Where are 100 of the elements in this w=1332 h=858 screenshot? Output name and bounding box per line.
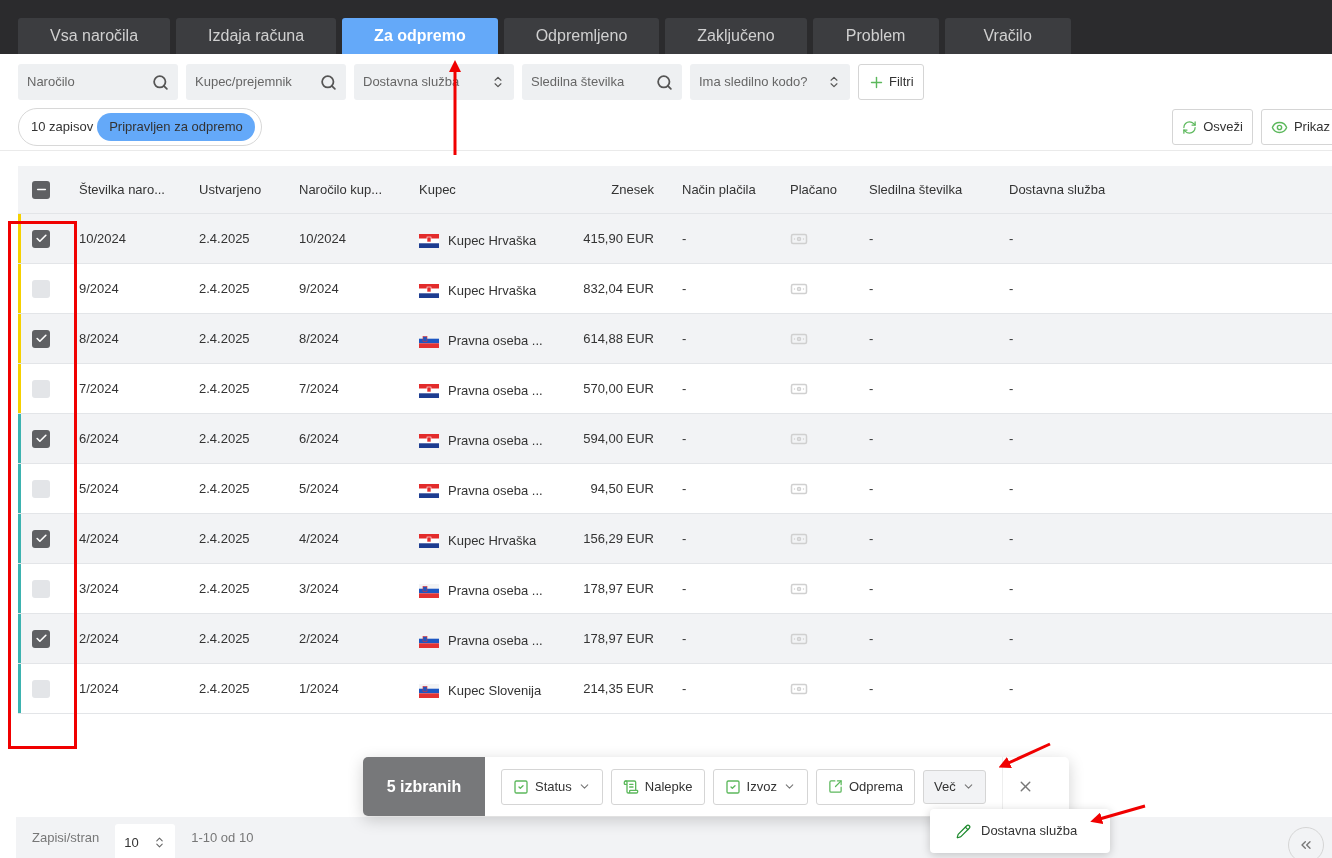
table-cell-text: - xyxy=(1009,629,1014,648)
table-cell-text: 178,97 EUR xyxy=(583,579,654,598)
receipt-icon xyxy=(622,778,639,795)
column-header: Dostavna služba xyxy=(1009,180,1107,199)
table-cell-text: 156,29 EUR xyxy=(583,529,654,548)
table-cell-text: 178,97 EUR xyxy=(583,629,654,648)
more-button[interactable]: Več xyxy=(923,769,986,804)
tab[interactable]: Izdaja računa xyxy=(176,18,337,54)
row-checkbox[interactable] xyxy=(32,679,50,698)
table-cell-text: Pravna oseba ... xyxy=(448,481,543,500)
table-cell-text: Kupec Slovenija xyxy=(448,681,542,700)
tab[interactable]: Vsa naročila xyxy=(18,18,171,54)
select-all-checkbox[interactable] xyxy=(32,180,50,199)
toolbar-button[interactable]: Osveži xyxy=(1172,109,1253,145)
tab[interactable]: Odpremljeno xyxy=(503,18,660,54)
table-cell-text: 10/2024 xyxy=(299,229,346,248)
filter-field[interactable]: Naročilo xyxy=(18,64,178,100)
table-cell-text: 94,50 EUR xyxy=(590,479,654,498)
row-checkbox[interactable] xyxy=(32,379,50,398)
table-cell-text: 570,00 EUR xyxy=(583,379,654,398)
checkbox-icon xyxy=(724,778,741,795)
filter-field[interactable]: Kupec/prejemnik xyxy=(186,64,346,100)
action-button[interactable]: Izvoz xyxy=(712,768,808,805)
table-cell-text: 415,90 EUR xyxy=(583,229,654,248)
table-cell-text: 2.4.2025 xyxy=(199,229,250,248)
table-cell-text: - xyxy=(681,579,688,598)
table-cell-text: 2.4.2025 xyxy=(199,629,250,648)
filters-button[interactable]: Filtri xyxy=(858,64,924,100)
table-cell-text: - xyxy=(869,279,874,298)
refresh-icon xyxy=(1182,119,1198,135)
status-badge: Pripravljen za odpremo xyxy=(97,113,255,141)
table-cell-text: - xyxy=(1009,329,1014,348)
external-link-icon xyxy=(827,779,843,794)
action-button[interactable]: Nalepke xyxy=(610,768,705,805)
table-cell-text: - xyxy=(869,229,874,248)
column-header: Plačano xyxy=(790,180,838,199)
row-checkbox[interactable] xyxy=(32,529,50,548)
search-icon xyxy=(656,73,673,91)
table-cell-text: 7/2024 xyxy=(299,379,339,398)
menu-item[interactable]: Dostavna služba xyxy=(956,821,1084,841)
tab[interactable]: Problem xyxy=(812,18,939,54)
table-cell-text: 6/2024 xyxy=(299,429,339,448)
tab[interactable]: Vračilo xyxy=(944,18,1071,54)
table-cell-text: 7/2024 xyxy=(79,379,119,398)
row-checkbox[interactable] xyxy=(32,579,50,598)
checkbox-icon xyxy=(513,778,529,795)
table-cell-text: 3/2024 xyxy=(299,579,339,598)
row-checkbox[interactable] xyxy=(32,329,50,348)
column-header: Znesek xyxy=(611,180,654,199)
table-cell-text: - xyxy=(869,529,874,548)
action-button[interactable]: Status xyxy=(501,768,603,805)
page-size-field[interactable]: 10 xyxy=(115,823,176,858)
table-cell-text: - xyxy=(1009,279,1014,298)
table-cell-text: 2.4.2025 xyxy=(199,479,250,498)
table-cell-text: - xyxy=(681,329,688,348)
table-cell-text: Kupec Hrvaška xyxy=(448,281,537,300)
table-cell-text: 10/2024 xyxy=(79,229,126,248)
filter-field[interactable]: Ima sledilno kodo? xyxy=(690,64,850,100)
search-icon xyxy=(152,73,169,91)
table-cell-text: 9/2024 xyxy=(79,279,119,298)
table-cell-text: 2.4.2025 xyxy=(199,529,250,548)
table-cell-text: - xyxy=(869,379,874,398)
table-cell-text: - xyxy=(681,379,688,398)
selected-count: 5 izbranih xyxy=(363,757,485,816)
table-cell-text: - xyxy=(681,429,688,448)
table-cell-text: - xyxy=(1009,379,1014,398)
row-checkbox[interactable] xyxy=(32,629,50,648)
table-cell-text: 2/2024 xyxy=(79,629,119,648)
table-cell-text: - xyxy=(1009,579,1014,598)
table-cell-text: Pravna oseba ... xyxy=(448,631,543,650)
row-checkbox[interactable] xyxy=(32,429,50,448)
table-cell-text: - xyxy=(681,679,688,698)
row-checkbox[interactable] xyxy=(32,479,50,498)
table-cell-text: 4/2024 xyxy=(79,529,119,548)
filter-field[interactable]: Sledilna številka xyxy=(522,64,682,100)
row-checkbox[interactable] xyxy=(32,279,50,298)
column-header: Naročilo kup... xyxy=(299,180,384,199)
row-checkbox[interactable] xyxy=(32,229,50,248)
check-icon xyxy=(34,432,48,445)
slovenia-flag-icon xyxy=(419,683,439,698)
column-header: Način plačila xyxy=(681,180,757,199)
column-header: Kupec xyxy=(419,180,457,199)
table-cell-text: 2/2024 xyxy=(299,629,339,648)
column-header: Ustvarjeno xyxy=(199,180,263,199)
tab[interactable]: Zaključeno xyxy=(665,18,807,54)
action-button[interactable]: Odprema xyxy=(815,768,916,805)
croatia-flag-icon xyxy=(419,433,439,448)
table-cell-text: - xyxy=(681,479,688,498)
slovenia-flag-icon xyxy=(419,583,439,598)
table-cell-text: - xyxy=(869,329,874,348)
slovenia-flag-icon xyxy=(419,633,439,648)
table-cell-text: 2.4.2025 xyxy=(199,429,250,448)
table-cell-text: - xyxy=(1009,229,1014,248)
table-cell-text: Kupec Hrvaška xyxy=(448,231,537,250)
table-cell-text: 5/2024 xyxy=(79,479,119,498)
table-cell-text: - xyxy=(681,629,688,648)
table-cell-text: Pravna oseba ... xyxy=(448,581,543,600)
table-cell-text: Kupec Hrvaška xyxy=(448,531,537,550)
table-cell-text: - xyxy=(1009,679,1014,698)
toolbar-button[interactable]: Prikaz xyxy=(1260,109,1332,145)
